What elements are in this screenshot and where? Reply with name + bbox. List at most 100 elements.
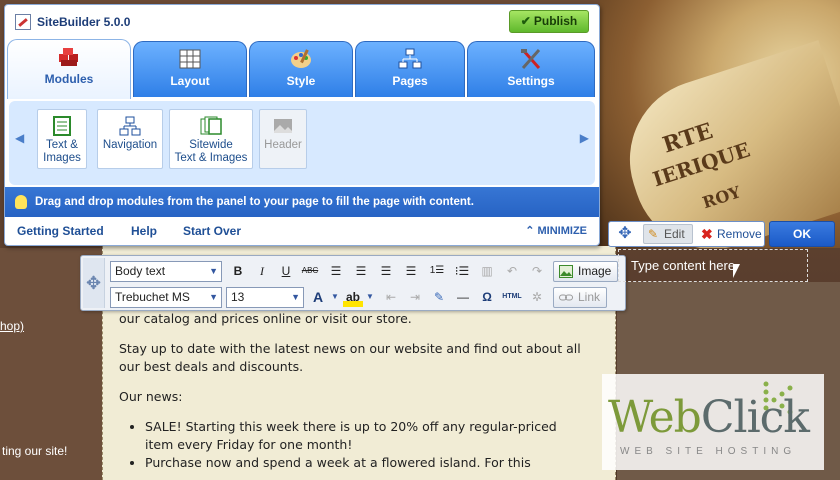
tab-pages[interactable]: Pages (355, 41, 465, 97)
italic-icon[interactable]: I (252, 261, 272, 281)
tab-settings[interactable]: Settings (467, 41, 595, 97)
app-logo-icon (15, 14, 31, 30)
module-header[interactable]: Header (259, 109, 307, 169)
tab-style[interactable]: Style (249, 41, 353, 97)
strikethrough-icon[interactable]: ABC (300, 261, 320, 281)
edit-button[interactable]: ✎ Edit (643, 224, 693, 244)
html-icon[interactable]: HTML (502, 287, 522, 307)
special-character-icon[interactable]: Ω (477, 287, 497, 307)
tab-modules[interactable]: Modules (7, 39, 131, 99)
sitemap-icon (398, 48, 422, 69)
module-label: Navigation (102, 139, 158, 151)
redo-icon[interactable]: ↷ (527, 261, 547, 281)
tab-label: Modules (44, 72, 94, 86)
paragraph-style-select[interactable]: Body text ▼ (110, 261, 222, 282)
move-icon[interactable]: ✥ (613, 224, 637, 244)
insert-link-button[interactable]: Link (553, 287, 608, 308)
hint-bar: Drag and drop modules from the panel to … (5, 187, 599, 217)
ok-button[interactable]: OK (769, 221, 835, 247)
text-editor-toolbar: ✥ Body text ▼ Trebuchet MS ▼ 13 ▼ B I U ABC… (80, 255, 626, 311)
bullet-list-icon[interactable]: ⁝☰ (452, 261, 472, 281)
bold-icon[interactable]: B (228, 261, 248, 281)
tab-layout[interactable]: Layout (133, 41, 247, 97)
remove-button[interactable]: ✖ Remove (697, 224, 762, 244)
panel-titlebar[interactable]: SiteBuilder 5.0.0 ✔ Publish (5, 5, 599, 39)
chevron-down-icon[interactable]: ▼ (360, 287, 380, 307)
module-text-images[interactable]: Text & Images (37, 109, 87, 169)
numbered-list-icon[interactable]: 1☰ (427, 261, 447, 281)
site-paragraph: Our news: (119, 389, 183, 404)
minimize-button[interactable]: ⌃ MINIMIZE (525, 217, 587, 245)
chevron-down-icon: ▼ (209, 266, 218, 276)
double-chevron-up-icon: ⌃ (525, 225, 535, 237)
align-left-icon[interactable]: ☰ (326, 261, 346, 281)
header-icon (274, 119, 292, 133)
site-paragraph: our catalog and prices online or visit o… (119, 311, 412, 326)
remove-label: Remove (717, 227, 762, 241)
scroll-image: RTE IERIQUE ROY (609, 40, 840, 248)
link-icon (559, 294, 573, 301)
logo-tagline: WEB SITE HOSTING (620, 446, 797, 457)
news-item: Purchase now and spend a week at a flowe… (145, 454, 585, 472)
module-navigation[interactable]: Navigation (97, 109, 163, 169)
site-paragraph: Stay up to date with the latest news on … (119, 341, 581, 374)
select-value: Trebuchet MS (115, 290, 190, 304)
align-right-icon[interactable]: ☰ (376, 261, 396, 281)
pencil-icon: ✎ (648, 227, 659, 241)
close-icon: ✖ (701, 226, 713, 242)
underline-icon[interactable]: U (276, 261, 296, 281)
edit-source-icon[interactable]: ✎ (429, 287, 449, 307)
font-size-select[interactable]: 13 ▼ (226, 287, 304, 308)
mouse-cursor-icon (733, 264, 740, 278)
getting-started-link[interactable]: Getting Started (17, 217, 104, 245)
tools-icon (521, 49, 541, 69)
horizontal-rule-icon[interactable]: — (453, 287, 473, 307)
align-justify-icon[interactable]: ☰ (401, 261, 421, 281)
modules-icon (59, 48, 78, 66)
edit-label: Edit (664, 227, 685, 241)
content-editable-box[interactable]: Type content here (618, 249, 808, 282)
indent-icon[interactable]: ⇥ (405, 287, 425, 307)
hint-text: Drag and drop modules from the panel to … (35, 196, 474, 208)
palette-icon (291, 49, 311, 68)
chevron-down-icon: ▼ (291, 292, 300, 302)
undo-icon[interactable]: ↶ (502, 261, 522, 281)
main-tabs: Modules Layout Style Pages Settings (5, 39, 599, 99)
scroll-right-icon[interactable]: ▶ (580, 131, 589, 145)
element-controls: ✥ ✎ Edit ✖ Remove (608, 221, 765, 247)
unlink-icon[interactable]: ✲ (527, 287, 547, 307)
tab-label: Pages (392, 74, 428, 88)
help-link[interactable]: Help (131, 217, 157, 245)
sitewide-icon (200, 116, 222, 135)
module-sitewide-text-images[interactable]: Sitewide Text & Images (169, 109, 253, 169)
table-icon[interactable]: ▥ (477, 261, 497, 281)
start-over-link[interactable]: Start Over (183, 217, 241, 245)
logo-word-b: Click (700, 392, 810, 443)
link-button-label: Link (578, 290, 601, 304)
tab-label: Style (286, 74, 316, 88)
insert-image-button[interactable]: Image (553, 261, 619, 282)
publish-button[interactable]: ✔ Publish (509, 10, 589, 33)
modules-toolbar: ◀ ▶ Text & Images Navigation Sitewide Te… (9, 101, 595, 185)
logo-word-a: Web (608, 392, 702, 443)
logo-wordmark: WebClick (608, 392, 810, 443)
content-placeholder: Type content here (631, 258, 736, 273)
tab-label: Layout (170, 74, 210, 88)
outdent-icon[interactable]: ⇤ (381, 287, 401, 307)
font-family-select[interactable]: Trebuchet MS ▼ (110, 287, 222, 308)
move-handle-icon[interactable]: ✥ (83, 258, 105, 308)
module-label: Header (264, 139, 302, 151)
module-label: Text & Images (43, 139, 81, 164)
chevron-down-icon[interactable]: ▼ (325, 287, 345, 307)
header-photo: RTE IERIQUE ROY (600, 0, 840, 248)
text-images-icon (53, 116, 71, 136)
news-item: SALE! Starting this week there is up to … (145, 418, 585, 454)
tab-label: Settings (507, 74, 555, 88)
scroll-left-icon[interactable]: ◀ (15, 131, 24, 145)
align-center-icon[interactable]: ☰ (351, 261, 371, 281)
site-left-link[interactable]: hop) (0, 319, 24, 333)
footer-links: Getting Started Help Start Over ⌃ MINIMI… (5, 217, 599, 245)
image-button-label: Image (578, 264, 612, 278)
navigation-icon (119, 116, 141, 136)
image-icon (559, 265, 573, 278)
